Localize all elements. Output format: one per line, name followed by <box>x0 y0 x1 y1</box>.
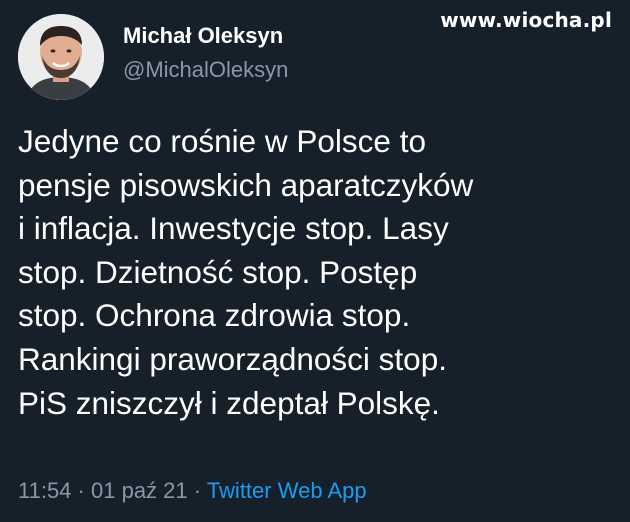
avatar[interactable] <box>18 14 104 100</box>
tweet-text-line: stop. Dzietność stop. Postęp <box>18 253 418 290</box>
tweet-card: www.wiocha.pl Michał Oleksyn @MichalOlek… <box>0 0 630 522</box>
tweet-text-line: stop. Ochrona zdrowia stop. <box>18 297 411 334</box>
tweet-text-line: Jedyne co rośnie w Polsce to <box>18 123 426 159</box>
author-handle[interactable]: @MichalOleksyn <box>123 56 288 84</box>
tweet-text: Jedyne co rośnie w Polsce to pensje piso… <box>18 120 618 425</box>
watermark: www.wiocha.pl <box>440 8 612 32</box>
tweet-meta: 11:54 · 01 paź 21 · Twitter Web App <box>18 478 367 504</box>
meta-separator: · <box>193 478 202 503</box>
tweet-source-link[interactable]: Twitter Web App <box>207 478 367 503</box>
tweet-text-line: pensje pisowskich aparatczyków <box>18 166 474 203</box>
author-names: Michał Oleksyn @MichalOleksyn <box>123 22 288 84</box>
tweet-date[interactable]: 01 paź 21 <box>91 478 188 503</box>
author-display-name[interactable]: Michał Oleksyn <box>123 22 288 50</box>
tweet-text-line: i inflacja. Inwestycje stop. Lasy <box>18 210 449 247</box>
tweet-header: Michał Oleksyn @MichalOleksyn <box>18 14 288 100</box>
meta-separator: · <box>77 478 85 503</box>
tweet-text-line: Rankingi praworządności stop. <box>18 340 447 377</box>
avatar-image <box>18 14 104 100</box>
tweet-text-line: PiS zniszczył i zdeptał Polskę. <box>18 384 440 421</box>
tweet-time[interactable]: 11:54 <box>18 478 71 503</box>
